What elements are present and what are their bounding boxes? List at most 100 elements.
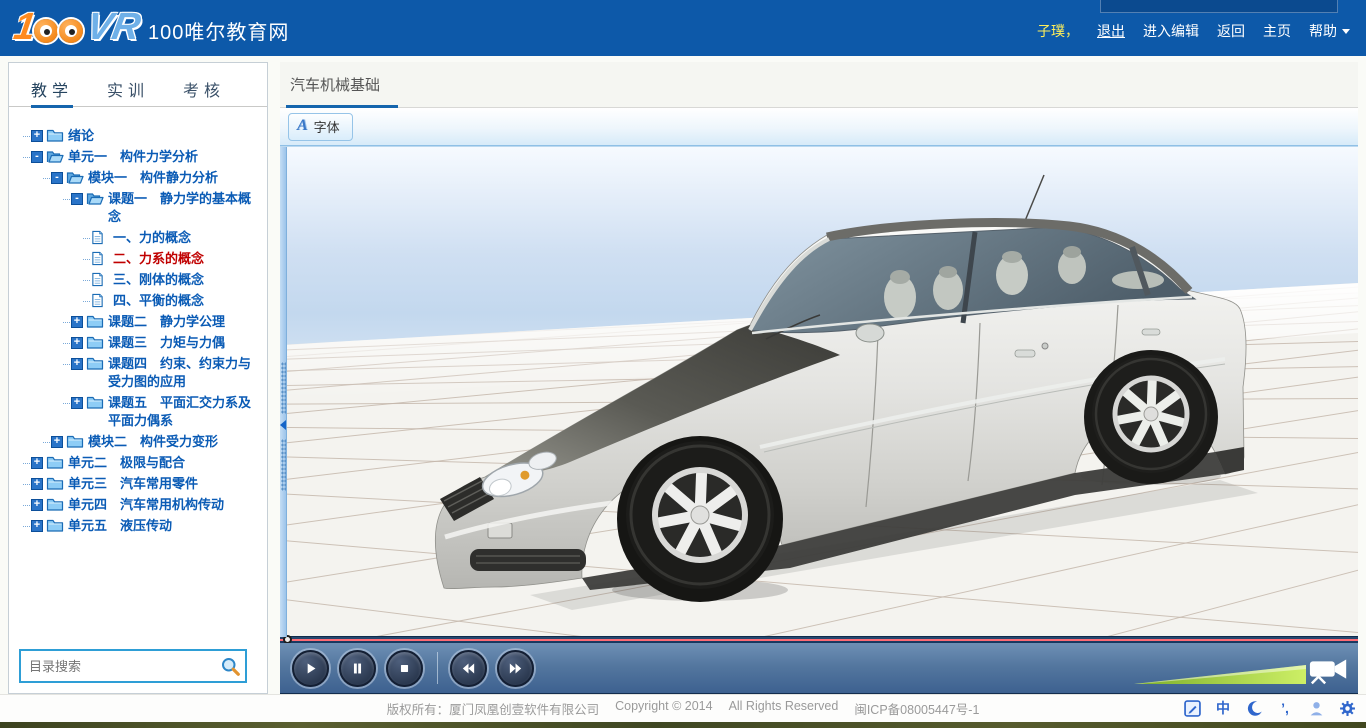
tree-item-label[interactable]: 课题二 静力学公理: [108, 313, 225, 331]
tree-connector: [43, 169, 50, 179]
tree-item[interactable]: + 课题三 力矩与力偶: [21, 334, 263, 352]
expand-plus-icon[interactable]: +: [31, 478, 43, 490]
moon-icon[interactable]: [1245, 699, 1263, 717]
tree-item[interactable]: + 单元三 汽车常用零件: [21, 475, 263, 493]
collapse-minus-icon[interactable]: -: [71, 193, 83, 205]
play-button[interactable]: [292, 650, 329, 687]
progress-track: [280, 639, 1358, 641]
media-player-bar: [280, 643, 1358, 694]
search-input[interactable]: [19, 649, 247, 683]
tree-item-label[interactable]: 一、力的概念: [113, 229, 191, 247]
header-link-2[interactable]: 进入编辑: [1143, 21, 1199, 41]
tree-item[interactable]: + 课题五 平面汇交力系及平面力偶系: [21, 394, 263, 430]
tree-item[interactable]: - 单元一 构件力学分析: [21, 148, 263, 166]
tree-connector: [23, 475, 30, 485]
tree-item-label[interactable]: 单元一 构件力学分析: [68, 148, 198, 166]
tree-item[interactable]: + 单元四 汽车常用机构传动: [21, 496, 263, 514]
tree-item[interactable]: 四、平衡的概念: [21, 292, 263, 310]
tree-item[interactable]: 二、力系的概念: [21, 250, 263, 268]
tree-item-label[interactable]: 课题三 力矩与力偶: [108, 334, 225, 352]
folder-closed-icon: [86, 335, 104, 350]
tree-item-label[interactable]: 单元五 液压传动: [68, 517, 172, 535]
header-link-4[interactable]: 主页: [1263, 21, 1291, 41]
tree-item[interactable]: - 课题一 静力学的基本概念: [21, 190, 263, 226]
tree-item-label[interactable]: 课题一 静力学的基本概念: [108, 190, 263, 226]
tree-item[interactable]: + 单元五 液压传动: [21, 517, 263, 535]
expand-plus-icon[interactable]: +: [71, 358, 83, 370]
header-links: 子璞， 退出进入编辑返回主页帮助: [1037, 21, 1350, 41]
tree-item-label[interactable]: 单元四 汽车常用机构传动: [68, 496, 224, 514]
page-footer: 版权所有：厦门凤凰创壹软件有限公司 Copyright © 2014 All R…: [0, 694, 1366, 722]
user-icon[interactable]: [1307, 699, 1325, 717]
header-link-3[interactable]: 返回: [1217, 21, 1245, 41]
tree-item[interactable]: + 课题四 约束、约束力与受力图的应用: [21, 355, 263, 391]
chinese-mode-indicator[interactable]: 中: [1214, 699, 1232, 717]
collapse-minus-icon[interactable]: -: [51, 172, 63, 184]
pause-button[interactable]: [339, 650, 376, 687]
playback-progress-bar[interactable]: [280, 636, 1358, 643]
font-button[interactable]: A 字体: [288, 113, 353, 141]
settings-gear-icon[interactable]: [1338, 699, 1356, 717]
tree-item-label[interactable]: 单元二 极限与配合: [68, 454, 185, 472]
tab-teaching[interactable]: 教学: [31, 77, 73, 108]
input-pen-icon[interactable]: [1183, 699, 1201, 717]
punctuation-icon[interactable]: ’,: [1276, 699, 1294, 717]
expand-plus-icon[interactable]: +: [31, 520, 43, 532]
expand-plus-icon[interactable]: +: [71, 397, 83, 409]
tree-item[interactable]: + 单元二 极限与配合: [21, 454, 263, 472]
site-logo[interactable]: 1 VR: [14, 6, 140, 49]
tree-item-label[interactable]: 模块二 构件受力变形: [88, 433, 218, 451]
3d-scene: [280, 147, 1358, 637]
site-title: 100唯尔教育网: [148, 16, 289, 45]
video-camera-icon[interactable]: [1308, 655, 1350, 685]
volume-wedge-icon[interactable]: [1134, 664, 1306, 686]
course-tree: +绪论-单元一 构件力学分析-模块一 构件静力分析-课题一 静力学的基本概念一、…: [9, 115, 267, 635]
expand-plus-icon[interactable]: +: [51, 436, 63, 448]
tree-item-label[interactable]: 课题四 约束、约束力与受力图的应用: [108, 355, 263, 391]
folder-closed-icon: [46, 128, 64, 143]
search-icon[interactable]: [220, 656, 240, 676]
logo-eye-zero-icon: [59, 19, 83, 43]
tree-item[interactable]: + 课题二 静力学公理: [21, 313, 263, 331]
tree-item[interactable]: + 模块二 构件受力变形: [21, 433, 263, 451]
sidebar-collapse-splitter[interactable]: [280, 147, 287, 637]
expand-plus-icon[interactable]: +: [71, 316, 83, 328]
folder-closed-icon: [66, 434, 84, 449]
tree-item-label[interactable]: 绪论: [68, 127, 94, 145]
tree-item[interactable]: 一、力的概念: [21, 229, 263, 247]
header-link-1[interactable]: 退出: [1097, 21, 1125, 41]
tree-item[interactable]: - 模块一 构件静力分析: [21, 169, 263, 187]
header-dropdown-hint: [1100, 0, 1338, 13]
tree-item-label[interactable]: 模块一 构件静力分析: [88, 169, 218, 187]
viewer-toolbar: A 字体: [280, 108, 1358, 146]
3d-viewport[interactable]: [280, 146, 1358, 636]
tree-connector: [63, 334, 70, 344]
expand-plus-icon[interactable]: +: [31, 499, 43, 511]
tree-item-label[interactable]: 单元三 汽车常用零件: [68, 475, 198, 493]
tree-item[interactable]: + 绪论: [21, 127, 263, 145]
tab-training[interactable]: 实训: [107, 77, 149, 106]
tab-assessment[interactable]: 考核: [183, 77, 225, 106]
tree-item-label[interactable]: 三、刚体的概念: [113, 271, 204, 289]
document-icon: [91, 230, 109, 245]
sidebar-tabs: 教学 实训 考核: [9, 63, 267, 107]
tab-course-auto-mechanics[interactable]: 汽车机械基础: [290, 74, 380, 95]
logo-eye-zero-icon: [34, 19, 58, 43]
collapse-arrow-icon[interactable]: [280, 420, 286, 430]
rewind-button[interactable]: [450, 650, 487, 687]
tree-connector: [23, 148, 30, 158]
tree-item-label[interactable]: 课题五 平面汇交力系及平面力偶系: [108, 394, 263, 430]
tree-item-label[interactable]: 二、力系的概念: [113, 250, 204, 268]
expand-plus-icon[interactable]: +: [31, 130, 43, 142]
tree-item[interactable]: 三、刚体的概念: [21, 271, 263, 289]
expand-plus-icon[interactable]: +: [31, 457, 43, 469]
tree-connector: [23, 517, 30, 527]
expand-plus-icon[interactable]: +: [71, 337, 83, 349]
header-link-5[interactable]: 帮助: [1309, 21, 1350, 41]
stop-button[interactable]: [386, 650, 423, 687]
document-icon: [91, 251, 109, 266]
tree-item-label[interactable]: 四、平衡的概念: [113, 292, 204, 310]
font-button-label: 字体: [314, 117, 340, 136]
collapse-minus-icon[interactable]: -: [31, 151, 43, 163]
fast-forward-button[interactable]: [497, 650, 534, 687]
